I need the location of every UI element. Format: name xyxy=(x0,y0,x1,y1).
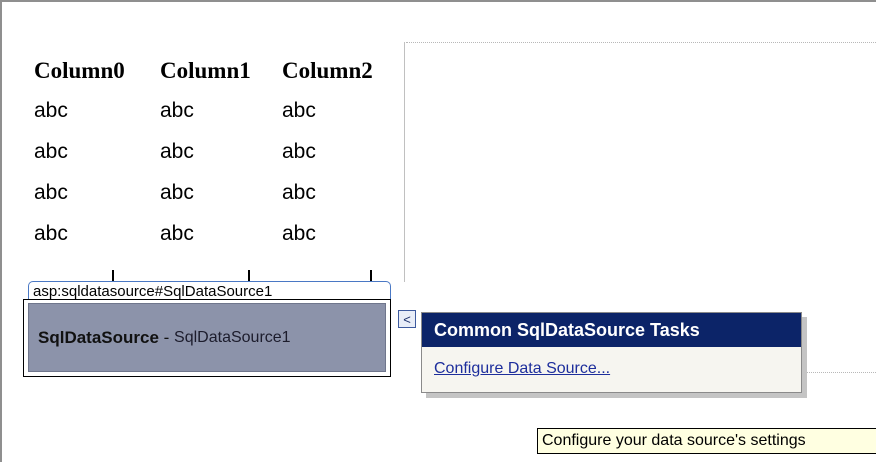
control-tag-label: asp:sqldatasource#SqlDataSource1 xyxy=(28,281,391,301)
control-id-label: SqlDataSource1 xyxy=(174,328,291,346)
column-header: Column0 xyxy=(34,58,125,83)
gridview-right-border xyxy=(404,42,405,282)
chevron-left-icon: < xyxy=(403,311,411,327)
gridview-header-row: Column0 Column1 Column2 xyxy=(34,52,404,90)
design-guide-top xyxy=(406,42,876,43)
table-cell: abc xyxy=(282,180,316,204)
table-cell: abc xyxy=(282,139,316,163)
column-header: Column1 xyxy=(160,58,251,83)
table-cell: abc xyxy=(160,139,194,163)
table-cell: abc xyxy=(34,221,68,245)
table-cell: abc xyxy=(160,180,194,204)
table-cell: abc xyxy=(282,98,316,122)
gridview[interactable]: Column0 Column1 Column2 abc abc abc abc … xyxy=(34,52,404,254)
table-row: abc abc abc xyxy=(34,90,404,131)
table-row: abc abc abc xyxy=(34,131,404,172)
table-cell: abc xyxy=(34,180,68,204)
common-tasks-panel: Common SqlDataSource Tasks Configure Dat… xyxy=(421,312,802,393)
table-cell: abc xyxy=(34,98,68,122)
table-cell: abc xyxy=(160,221,194,245)
column-header: Column2 xyxy=(282,58,373,83)
control-type-label: SqlDataSource xyxy=(38,327,159,347)
control-separator: - xyxy=(158,327,175,347)
sqldatasource-control[interactable]: SqlDataSource - SqlDataSource1 xyxy=(23,299,391,377)
design-guide-middle xyxy=(797,372,876,373)
table-cell: abc xyxy=(282,221,316,245)
tooltip: Configure your data source's settings xyxy=(537,428,876,454)
table-cell: abc xyxy=(160,98,194,122)
configure-data-source-link[interactable]: Configure Data Source... xyxy=(422,360,801,378)
table-cell: abc xyxy=(34,139,68,163)
design-surface: Column0 Column1 Column2 abc abc abc abc … xyxy=(0,0,876,462)
table-row: abc abc abc xyxy=(34,172,404,213)
smart-tag-button[interactable]: < xyxy=(398,310,416,328)
tasks-panel-title: Common SqlDataSource Tasks xyxy=(422,313,801,347)
table-row: abc abc abc xyxy=(34,213,404,254)
sqldatasource-body[interactable]: SqlDataSource - SqlDataSource1 xyxy=(28,303,386,372)
